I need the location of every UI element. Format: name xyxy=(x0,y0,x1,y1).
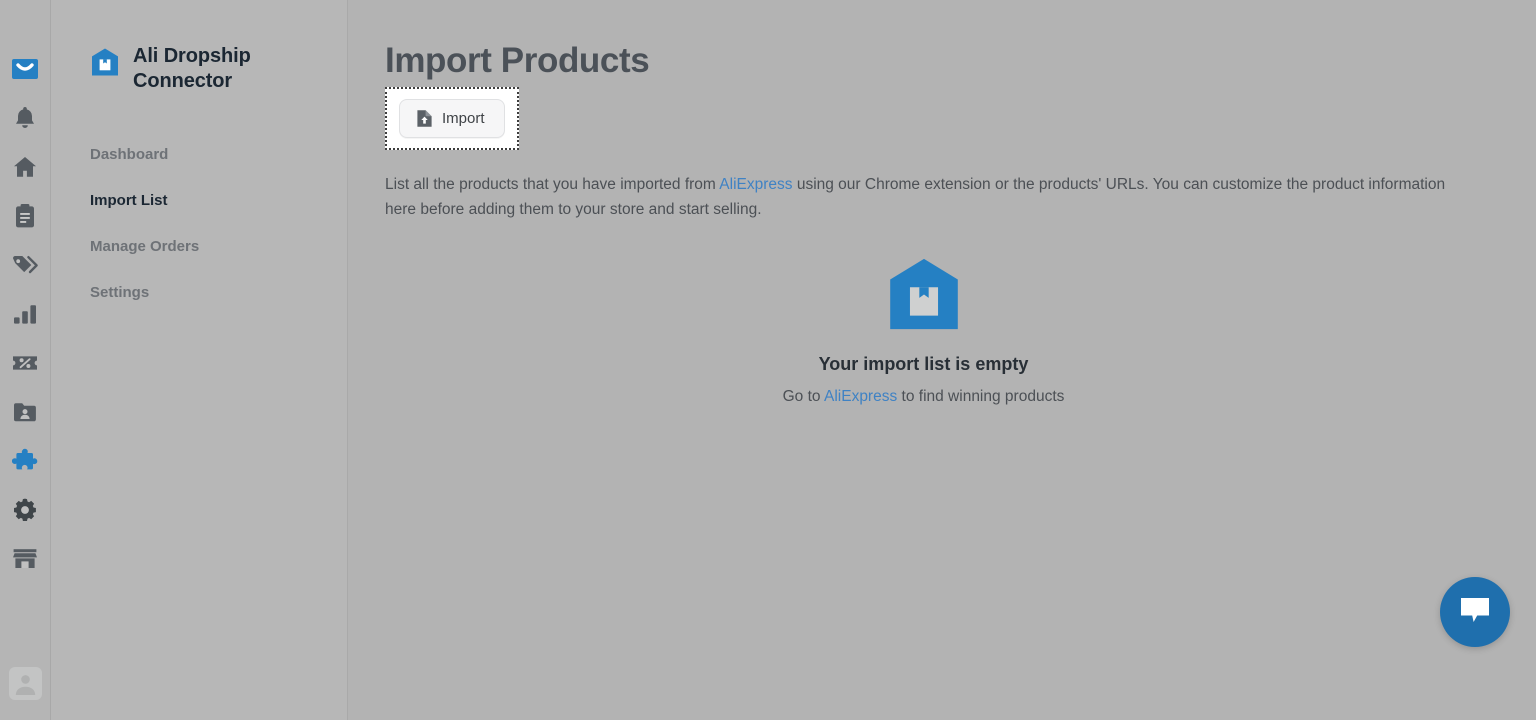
empty-state: Your import list is empty Go to AliExpre… xyxy=(348,255,1536,406)
global-icon-rail xyxy=(0,0,51,720)
brand-title: Ali Dropship Connector xyxy=(133,44,251,94)
gear-icon[interactable] xyxy=(8,493,42,527)
clipboard-icon[interactable] xyxy=(8,199,42,233)
bar-chart-icon[interactable] xyxy=(8,297,42,331)
sidebar-item-dashboard[interactable]: Dashboard xyxy=(51,131,347,177)
package-house-icon xyxy=(90,47,120,77)
brand: Ali Dropship Connector xyxy=(51,44,347,94)
import-button-focus-ring: Import xyxy=(385,87,519,150)
puzzle-icon[interactable] xyxy=(8,444,42,478)
description-part-1: List all the products that you have impo… xyxy=(385,176,720,193)
customers-icon[interactable] xyxy=(8,395,42,429)
file-upload-icon xyxy=(416,109,433,128)
page-title: Import Products xyxy=(385,41,650,80)
package-house-icon xyxy=(885,255,963,333)
app-sidebar: Ali Dropship Connector Dashboard Import … xyxy=(51,0,348,720)
sidebar-item-manage-orders[interactable]: Manage Orders xyxy=(51,223,347,269)
aliexpress-link-description[interactable]: AliExpress xyxy=(719,176,792,193)
main-content: Import Products Import List all the prod… xyxy=(348,0,1536,720)
brand-line-2: Connector xyxy=(133,70,233,92)
sidebar-item-settings[interactable]: Settings xyxy=(51,269,347,315)
store-icon[interactable] xyxy=(8,542,42,576)
brand-line-1: Ali Dropship xyxy=(133,45,251,67)
mail-icon[interactable] xyxy=(8,52,42,86)
bell-icon[interactable] xyxy=(8,101,42,135)
sidebar-nav: Dashboard Import List Manage Orders Sett… xyxy=(51,131,347,315)
sidebar-item-import-list[interactable]: Import List xyxy=(51,177,347,223)
empty-state-prefix: Go to xyxy=(782,388,824,405)
aliexpress-link-empty-state[interactable]: AliExpress xyxy=(824,388,897,405)
empty-state-suffix: to find winning products xyxy=(897,388,1065,405)
import-button-label: Import xyxy=(442,110,485,127)
home-icon[interactable] xyxy=(8,150,42,184)
discount-icon[interactable] xyxy=(8,346,42,380)
import-button[interactable]: Import xyxy=(399,99,505,138)
app-window: Ali Dropship Connector Dashboard Import … xyxy=(0,0,1536,720)
avatar[interactable] xyxy=(9,667,42,700)
empty-state-title: Your import list is empty xyxy=(818,354,1029,374)
page-description: List all the products that you have impo… xyxy=(385,172,1470,222)
empty-state-subtitle: Go to AliExpress to find winning product… xyxy=(783,388,1065,406)
tag-icon[interactable] xyxy=(8,248,42,282)
chat-bubble-icon xyxy=(1458,595,1492,630)
chat-launcher-button[interactable] xyxy=(1440,577,1510,647)
